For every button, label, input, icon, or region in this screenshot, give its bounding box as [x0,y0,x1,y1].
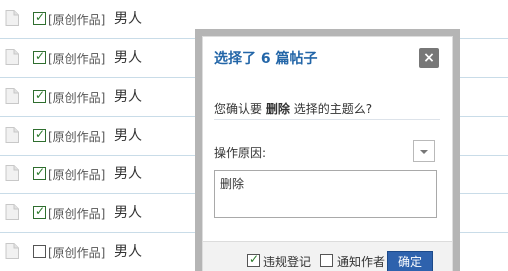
document-icon [5,49,19,65]
check-icon: ✓ [34,49,46,63]
check-icon: ✓ [34,127,46,141]
confirm-prefix: 您确认要 [214,102,263,116]
thread-category-link[interactable]: [原创作品] [48,128,105,145]
dialog-title: 选择了 6 篇帖子 [214,51,318,67]
notify-author-checkbox[interactable] [320,254,333,267]
chevron-down-icon [420,150,428,154]
document-icon [5,204,19,220]
document-icon [5,127,19,143]
document-icon [5,10,19,26]
check-icon: ✓ [248,252,260,266]
violation-label: 违规登记 [263,255,312,269]
thread-category-link[interactable]: [原创作品] [48,11,105,28]
reason-dropdown[interactable] [413,140,435,162]
confirm-action: 删除 [265,102,290,116]
reason-textarea[interactable]: 删除 [214,170,437,218]
check-icon: ✓ [34,10,46,24]
thread-checkbox[interactable]: ✓ [33,165,46,180]
thread-checkbox[interactable]: ✓ [33,88,46,103]
confirm-suffix: 选择的主题么? [293,102,373,116]
thread-category-link[interactable]: [原创作品] [48,50,105,67]
confirm-button[interactable]: 确定 [387,251,433,271]
delete-dialog: 选择了 6 篇帖子 × 您确认要 删除 选择的主题么? 操作原因: 删除 ✓ 违… [202,36,453,271]
reason-label: 操作原因: [214,146,267,160]
thread-title-link[interactable]: 男人 [114,241,142,261]
thread-title-link[interactable]: 男人 [114,125,142,145]
check-icon: ✓ [34,165,46,179]
thread-category-link[interactable]: [原创作品] [48,166,105,183]
thread-category-link[interactable]: [原创作品] [48,244,105,261]
check-icon: ✓ [34,88,46,102]
document-icon [5,165,19,181]
thread-category-link[interactable]: [原创作品] [48,205,105,222]
notify-author-label: 通知作者 [337,255,386,269]
thread-checkbox[interactable] [33,245,46,258]
thread-title-link[interactable]: 男人 [114,202,142,222]
check-icon: ✓ [34,204,46,218]
thread-title-link[interactable]: 男人 [114,47,142,67]
thread-checkbox[interactable]: ✓ [33,49,46,64]
thread-checkbox[interactable]: ✓ [33,10,46,25]
document-icon [5,243,19,259]
confirm-message: 您确认要 删除 选择的主题么? [214,100,372,117]
thread-title-link[interactable]: 男人 [114,86,142,106]
thread-title-link[interactable]: 男人 [114,163,142,183]
thread-category-link[interactable]: [原创作品] [48,89,105,106]
dialog-footer: ✓ 违规登记 通知作者 确定 [203,241,452,271]
thread-title-link[interactable]: 男人 [114,8,142,28]
document-icon [5,88,19,104]
thread-checkbox[interactable]: ✓ [33,127,46,142]
violation-checkbox[interactable]: ✓ [247,252,260,267]
close-icon: × [423,50,435,66]
thread-checkbox[interactable]: ✓ [33,204,46,219]
close-button[interactable]: × [419,48,439,68]
divider [214,119,440,120]
